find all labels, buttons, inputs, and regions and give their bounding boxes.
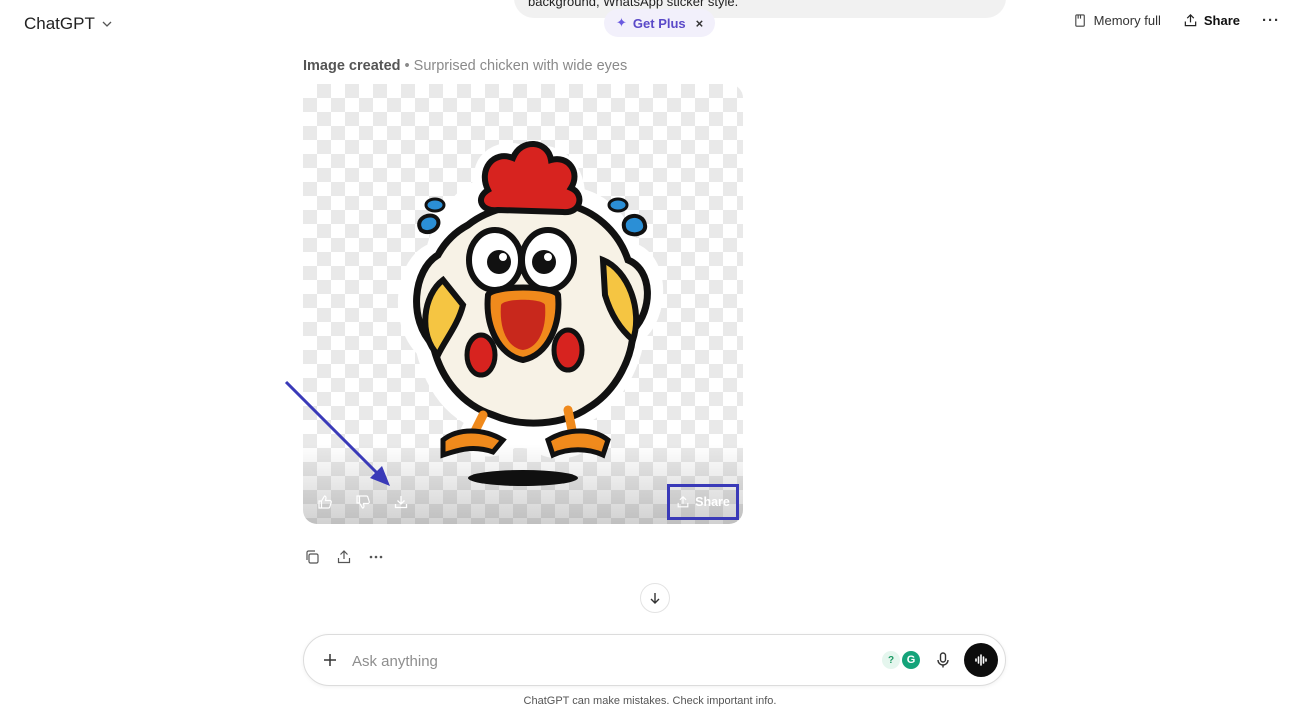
prompt-input[interactable] [352,647,852,675]
image-share-label: Share [695,495,730,509]
previous-user-message: background, WhatsApp sticker style. [514,0,1006,18]
get-plus-button[interactable]: ✦ Get Plus × [604,9,716,37]
app-title: ChatGPT [24,14,95,33]
status-label: Image created [303,58,401,74]
message-action-bar [303,548,385,566]
model-selector[interactable]: ChatGPT [24,14,113,34]
copy-icon[interactable] [303,548,321,566]
image-title: Surprised chicken with wide eyes [413,58,628,74]
thumbs-down-icon[interactable] [353,492,373,512]
sparkle-icon: ✦ [616,15,627,30]
lightbulb-extension-icon[interactable]: ? [882,651,900,669]
upload-icon [677,495,689,508]
image-action-bar [315,492,411,512]
memory-icon [1074,14,1085,27]
upload-icon [1184,14,1197,27]
share-label: Share [1203,13,1240,28]
separator: • [400,58,414,74]
share-button[interactable]: Share [1183,13,1240,28]
memory-full-button[interactable]: Memory full [1073,13,1161,28]
microphone-icon[interactable] [934,651,952,669]
plus-icon[interactable] [320,650,340,670]
arrow-down-icon [650,593,660,604]
chicken-sticker-image [397,141,664,486]
memory-label: Memory full [1093,13,1161,28]
grammarly-icon[interactable]: G [902,651,920,669]
voice-mode-button[interactable] [964,643,998,677]
download-icon[interactable] [391,492,411,512]
waveform-icon [975,654,987,666]
close-icon[interactable]: × [696,16,704,31]
generated-image[interactable]: Share [303,84,743,524]
get-plus-label: Get Plus [632,15,686,31]
disclaimer: ChatGPT can make mistakes. Check importa… [523,695,777,707]
image-share-button[interactable]: Share [667,484,739,520]
share-icon[interactable] [335,548,353,566]
more-icon[interactable] [367,548,385,566]
image-created-label: Image created • Surprised chicken with w… [303,58,627,74]
thumbs-up-icon[interactable] [315,492,335,512]
more-options-icon[interactable]: ··· [1262,12,1280,29]
scroll-down-button[interactable] [640,583,670,613]
composer: ? G [303,634,1006,686]
extension-icons: ? G [882,651,920,669]
chevron-down-icon [102,21,112,27]
previous-message-text: background, WhatsApp sticker style. [528,0,739,9]
